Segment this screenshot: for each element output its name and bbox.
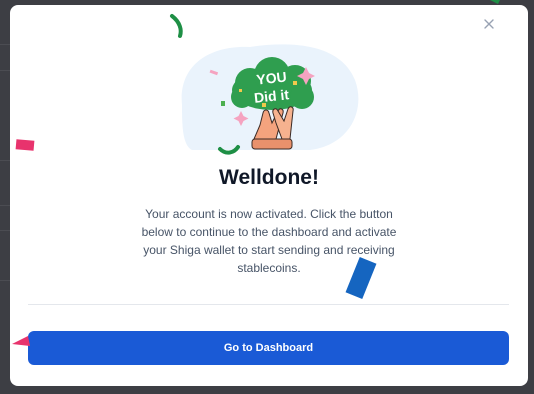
high-five-illustration: YOU Did it (181, 44, 359, 155)
modal-title: Welldone! (219, 166, 319, 189)
divider (28, 304, 509, 305)
go-to-dashboard-button[interactable]: Go to Dashboard (28, 331, 509, 365)
success-modal: YOU Did it Welldone! Your account is now… (10, 5, 528, 386)
modal-body-text: Your account is now activated. Click the… (141, 207, 397, 275)
badge-text-line1: YOU (256, 68, 288, 87)
